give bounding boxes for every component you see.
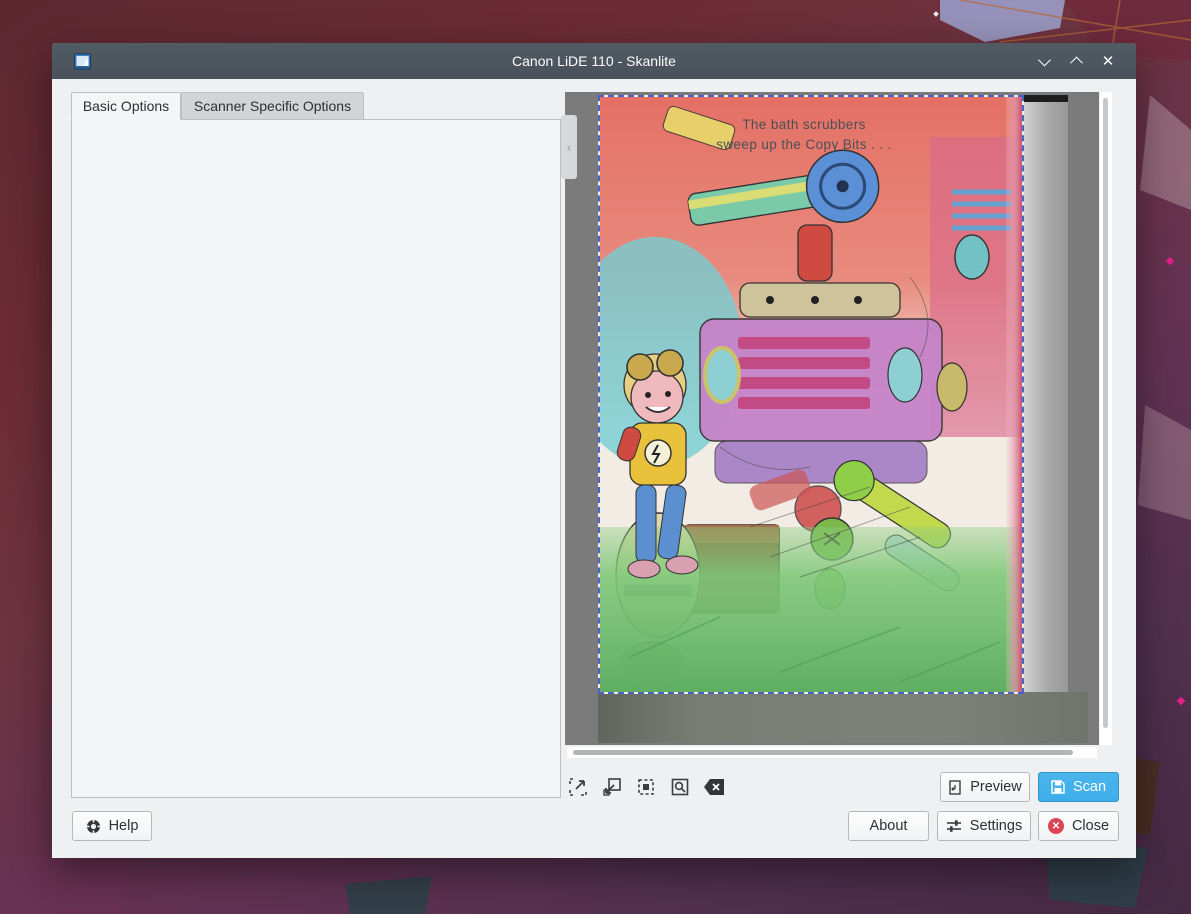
titlebar[interactable]: Canon LiDE 110 - Skanlite ✕ xyxy=(52,43,1136,79)
window-title: Canon LiDE 110 - Skanlite xyxy=(52,53,1136,69)
close-button-label: Close xyxy=(1072,818,1109,834)
preview-button[interactable]: Preview xyxy=(940,772,1030,802)
scan-bed-right-strip xyxy=(1024,95,1068,743)
zoom-out-button[interactable] xyxy=(601,776,623,798)
scan-caption-line2: sweep up the Copy Bits . . . xyxy=(600,135,1008,155)
zoom-to-fit-button[interactable] xyxy=(669,776,691,798)
scan-drawing xyxy=(600,97,1022,692)
chevron-up-icon xyxy=(1070,56,1083,69)
tab-basic-options[interactable]: Basic Options xyxy=(71,92,181,120)
minimize-button[interactable] xyxy=(1034,51,1054,71)
zoom-out-icon xyxy=(603,778,621,796)
vertical-scrollbar[interactable] xyxy=(1100,92,1112,745)
tab-label: Basic Options xyxy=(83,98,169,114)
zoom-to-fit-icon xyxy=(671,778,689,796)
skanlite-window: Canon LiDE 110 - Skanlite ✕ Basic Option… xyxy=(52,43,1136,858)
maximize-button[interactable] xyxy=(1066,51,1086,71)
tab-label: Scanner Specific Options xyxy=(194,98,351,114)
scan-bed-bottom-strip xyxy=(598,692,1088,743)
zoom-to-selection-button[interactable] xyxy=(635,776,657,798)
desktop-background: Canon LiDE 110 - Skanlite ✕ Basic Option… xyxy=(0,0,1191,914)
settings-button[interactable]: Settings xyxy=(937,811,1031,841)
panel-collapse-handle[interactable]: ‹ xyxy=(561,115,577,179)
settings-sliders-icon xyxy=(946,819,962,833)
clear-selections-icon xyxy=(704,779,724,795)
tab-scanner-specific-options[interactable]: Scanner Specific Options xyxy=(181,92,364,120)
help-icon xyxy=(86,819,101,834)
scan-button[interactable]: Scan xyxy=(1038,772,1119,802)
scan-caption: The bath scrubbers sweep up the Copy Bit… xyxy=(600,115,1008,154)
settings-button-label: Settings xyxy=(970,818,1022,834)
zoom-in-icon xyxy=(569,778,587,796)
floppy-disk-icon xyxy=(1051,780,1065,794)
horizontal-scrollbar[interactable] xyxy=(567,747,1097,758)
help-button-label: Help xyxy=(109,818,139,834)
chevron-down-icon xyxy=(1038,53,1051,66)
scanner-lid-edge xyxy=(1024,95,1068,102)
help-button[interactable]: Help xyxy=(72,811,152,841)
scan-selection-area[interactable]: The bath scrubbers sweep up the Copy Bit… xyxy=(598,95,1024,694)
scan-button-label: Scan xyxy=(1073,779,1106,795)
zoom-to-selection-icon xyxy=(637,778,655,796)
clear-selections-button[interactable] xyxy=(703,776,725,798)
basic-options-panel xyxy=(71,119,561,798)
close-red-icon: ✕ xyxy=(1048,818,1064,834)
close-window-button[interactable]: ✕ xyxy=(1098,51,1118,71)
close-button[interactable]: ✕ Close xyxy=(1038,811,1119,841)
preview-button-label: Preview xyxy=(970,779,1022,795)
vertical-scrollbar-thumb[interactable] xyxy=(1103,98,1108,728)
preview-viewport[interactable]: The bath scrubbers sweep up the Copy Bit… xyxy=(565,92,1099,745)
chevron-left-icon: ‹ xyxy=(567,140,571,155)
preview-icon xyxy=(948,780,962,795)
scan-caption-line1: The bath scrubbers xyxy=(600,115,1008,135)
about-button-label: About xyxy=(870,818,908,834)
close-icon: ✕ xyxy=(1102,54,1115,69)
horizontal-scrollbar-thumb[interactable] xyxy=(573,750,1073,755)
about-button[interactable]: About xyxy=(848,811,929,841)
zoom-in-button[interactable] xyxy=(567,776,589,798)
